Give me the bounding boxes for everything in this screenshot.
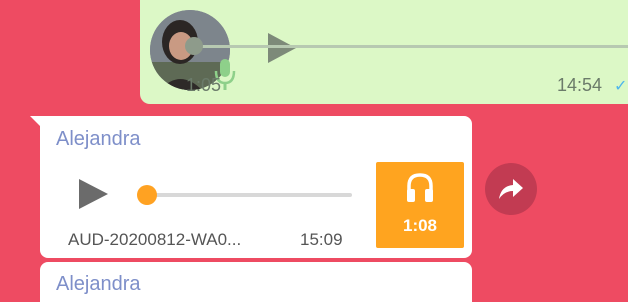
play-icon[interactable] bbox=[264, 30, 300, 66]
share-arrow-icon bbox=[499, 179, 523, 199]
outgoing-audio-seek-handle[interactable] bbox=[185, 37, 203, 55]
audio-file-name: AUD-20200812-WA0... bbox=[68, 230, 242, 249]
forward-button[interactable] bbox=[485, 163, 537, 215]
read-tick-icon: ✓ bbox=[614, 78, 628, 95]
audio-duration-badge: 1:08 bbox=[376, 162, 464, 248]
headphones-icon bbox=[407, 173, 433, 202]
incoming-audio-progress-track[interactable] bbox=[150, 193, 352, 197]
outgoing-voice-duration: 1:05 bbox=[186, 75, 222, 95]
incoming-audio-seek-handle[interactable] bbox=[137, 185, 157, 205]
audio-duration: 1:08 bbox=[402, 216, 438, 235]
sender-name[interactable]: Alejandra bbox=[56, 128, 141, 151]
sender-name[interactable]: Alejandra bbox=[56, 273, 141, 296]
outgoing-audio-progress-track[interactable] bbox=[196, 45, 628, 48]
incoming-message-time: 15:09 bbox=[300, 230, 343, 249]
play-icon[interactable] bbox=[76, 177, 110, 211]
outgoing-message-time: 14:54 bbox=[557, 75, 603, 95]
